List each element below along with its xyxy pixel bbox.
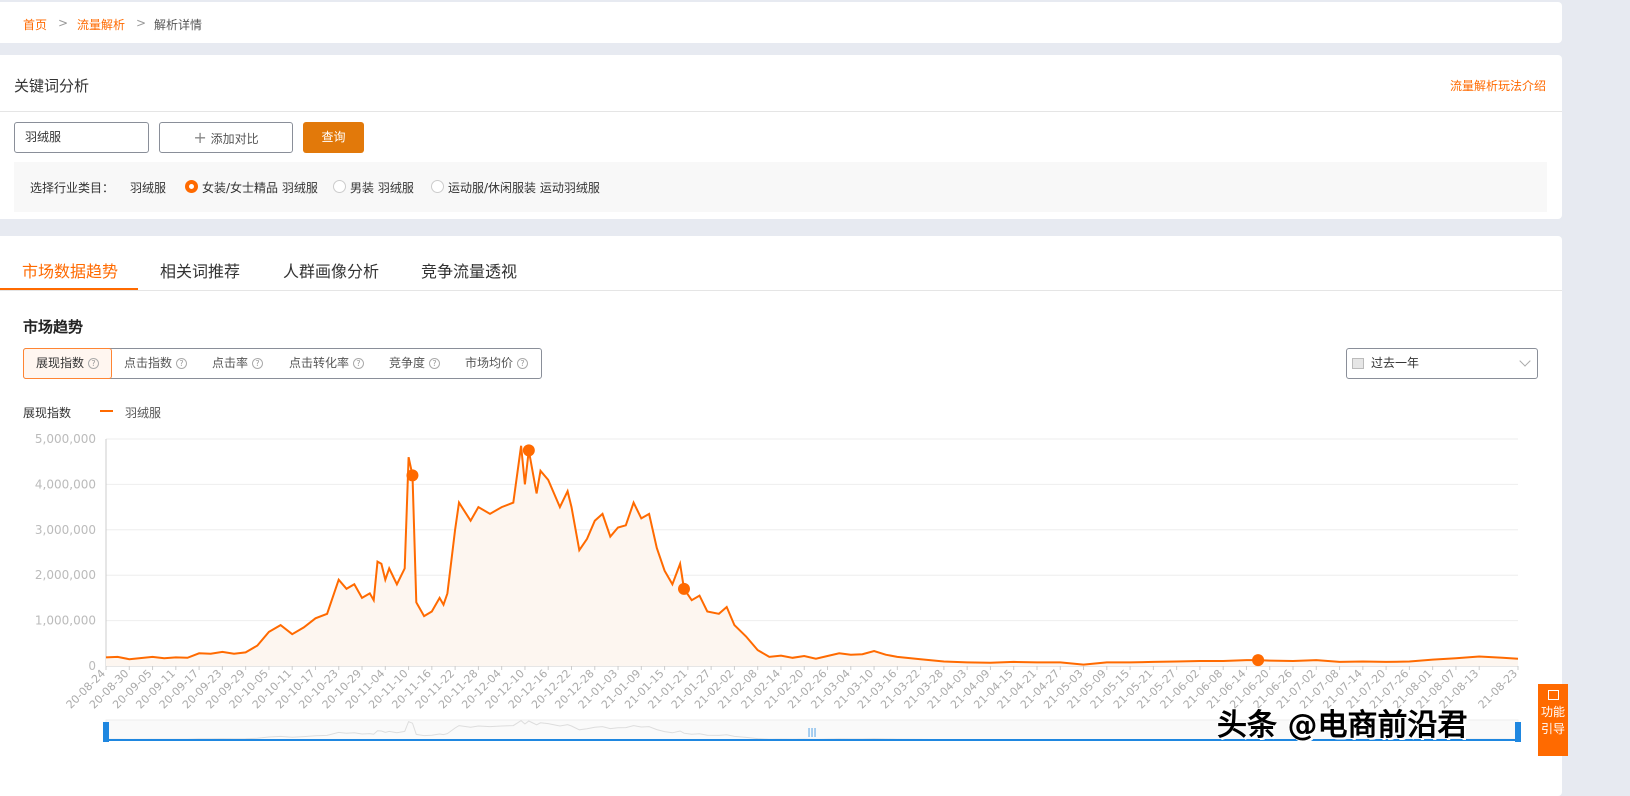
divider: [0, 290, 1562, 291]
y-tick-label: 5,000,000: [35, 432, 96, 446]
category-label: 选择行业类目：: [30, 181, 115, 195]
breadcrumb-traffic-analysis[interactable]: 流量解析: [77, 16, 125, 33]
panel-title: 关键词分析: [14, 77, 90, 95]
metric-label: 点击转化率: [289, 356, 350, 370]
add-compare-button[interactable]: + 添加对比: [159, 122, 293, 153]
help-icon[interactable]: ?: [353, 358, 365, 369]
metric-impressions[interactable]: 展现指数?: [23, 348, 112, 379]
x-tick-label: 21-08-23: [1476, 667, 1521, 712]
metric-switcher: 展现指数? 点击指数? 点击率? 点击转化率? 竞争度? 市场均价?: [23, 348, 542, 379]
y-tick-label: 2,000,000: [35, 568, 96, 582]
query-button[interactable]: 查询: [303, 122, 364, 153]
help-icon[interactable]: ?: [88, 358, 100, 369]
y-tick-label: 4,000,000: [35, 477, 96, 491]
breadcrumb-current: 解析详情: [154, 18, 203, 32]
tab-audience-profile[interactable]: 人群画像分析: [283, 258, 379, 282]
metric-label: 展现指数: [36, 356, 85, 370]
option-label[interactable]: 男装 羽绒服: [350, 179, 414, 196]
calendar-icon: [1352, 358, 1364, 369]
metric-ctr[interactable]: 点击率?: [212, 349, 264, 378]
breadcrumb: 首页 > 流量解析 > 解析详情: [0, 2, 1562, 43]
legend-series-label[interactable]: 羽绒服: [125, 404, 161, 421]
metric-clicks[interactable]: 点击指数?: [124, 349, 188, 378]
metric-conversion[interactable]: 点击转化率?: [289, 349, 365, 378]
help-icon[interactable]: ?: [176, 358, 188, 369]
metric-avg-price[interactable]: 市场均价?: [465, 349, 529, 378]
date-range-select[interactable]: 过去一年: [1346, 348, 1538, 379]
tab-market-trend[interactable]: 市场数据趋势: [22, 258, 118, 282]
breadcrumb-separator: >: [58, 16, 69, 30]
help-icon[interactable]: ?: [429, 358, 441, 369]
keyword-input[interactable]: 羽绒服: [14, 122, 149, 153]
data-point-marker: [677, 582, 690, 595]
date-range-value: 过去一年: [1371, 356, 1420, 370]
tab-competition-traffic[interactable]: 竞争流量透视: [421, 258, 517, 282]
chevron-down-icon: [1519, 355, 1531, 367]
category-keyword: 羽绒服: [130, 181, 167, 195]
metric-competition[interactable]: 竞争度?: [389, 349, 441, 378]
data-point-marker: [1252, 654, 1265, 667]
metric-label: 点击率: [212, 356, 249, 370]
metric-label: 竞争度: [389, 356, 426, 370]
keyword-analysis-panel: 关键词分析 流量解析玩法介绍 羽绒服 + 添加对比 查询 选择行业类目： 羽绒服…: [0, 55, 1562, 219]
data-point-marker: [522, 444, 535, 457]
option-label[interactable]: 女装/女士精品 羽绒服: [202, 179, 318, 196]
book-icon: [1547, 690, 1559, 700]
legend-swatch: [100, 410, 113, 412]
option-label[interactable]: 运动服/休闲服装 运动羽绒服: [448, 179, 600, 196]
metric-label: 点击指数: [124, 356, 173, 370]
breadcrumb-separator: >: [136, 16, 147, 30]
feature-guide-label: 功能引导: [1540, 705, 1565, 736]
zoom-slider-handle-right: [1515, 722, 1521, 742]
radio-womens-down[interactable]: [185, 180, 198, 193]
feature-guide-button[interactable]: 功能引导: [1538, 684, 1568, 756]
help-link[interactable]: 流量解析玩法介绍: [1450, 77, 1546, 94]
section-title: 市场趋势: [23, 318, 84, 336]
radio-sports-down[interactable]: [431, 180, 444, 193]
category-selector: 选择行业类目： 羽绒服 女装/女士精品 羽绒服 男装 羽绒服 运动服/休闲服装 …: [14, 162, 1547, 212]
tab-related-words[interactable]: 相关词推荐: [160, 258, 240, 282]
y-axis-title: 展现指数: [23, 406, 72, 420]
add-compare-label: 添加对比: [210, 132, 259, 146]
divider: [0, 111, 1562, 112]
watermark: 头条 @电商前沿君: [1217, 708, 1468, 743]
metric-label: 市场均价: [465, 356, 514, 370]
series-area: [106, 445, 1518, 666]
help-icon[interactable]: ?: [517, 358, 529, 369]
zoom-slider-handle-left: [103, 722, 109, 742]
plus-icon: +: [193, 128, 207, 147]
y-tick-label: 1,000,000: [35, 614, 96, 628]
zoom-slider-grip: |||: [807, 728, 816, 738]
radio-mens-down[interactable]: [333, 180, 346, 193]
y-tick-label: 3,000,000: [35, 523, 96, 537]
breadcrumb-home[interactable]: 首页: [23, 16, 47, 33]
data-point-marker: [406, 469, 419, 482]
help-icon[interactable]: ?: [252, 358, 264, 369]
